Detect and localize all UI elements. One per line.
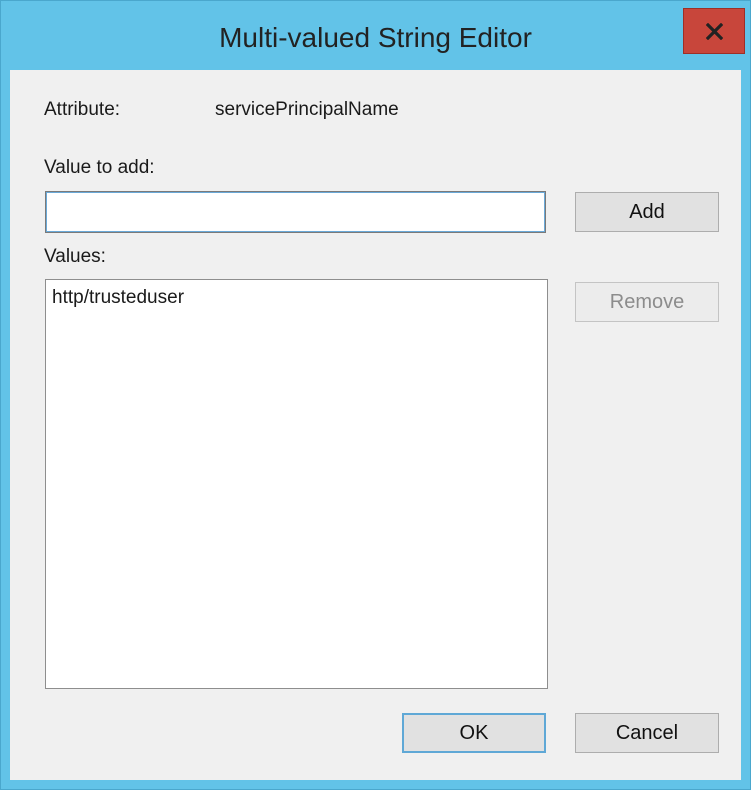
dialog-window: Multi-valued String Editor Attribute: se… bbox=[0, 0, 751, 790]
dialog-body: Attribute: servicePrincipalName Value to… bbox=[10, 70, 741, 780]
ok-button[interactable]: OK bbox=[402, 713, 546, 753]
close-button[interactable] bbox=[683, 8, 745, 54]
title-bar[interactable]: Multi-valued String Editor bbox=[1, 1, 750, 71]
attribute-label: Attribute: bbox=[44, 99, 121, 120]
value-to-add-field[interactable] bbox=[45, 191, 546, 233]
value-to-add-label: Value to add: bbox=[44, 157, 155, 178]
values-label: Values: bbox=[44, 246, 106, 267]
window-title: Multi-valued String Editor bbox=[219, 22, 532, 53]
cancel-button[interactable]: Cancel bbox=[575, 713, 719, 753]
attribute-value: servicePrincipalName bbox=[215, 99, 399, 120]
values-listbox[interactable]: http/trusteduser bbox=[45, 279, 548, 689]
add-button[interactable]: Add bbox=[575, 192, 719, 232]
value-to-add-input[interactable] bbox=[46, 192, 545, 232]
close-icon bbox=[705, 22, 723, 40]
remove-button[interactable]: Remove bbox=[575, 282, 719, 322]
list-item[interactable]: http/trusteduser bbox=[46, 280, 547, 316]
